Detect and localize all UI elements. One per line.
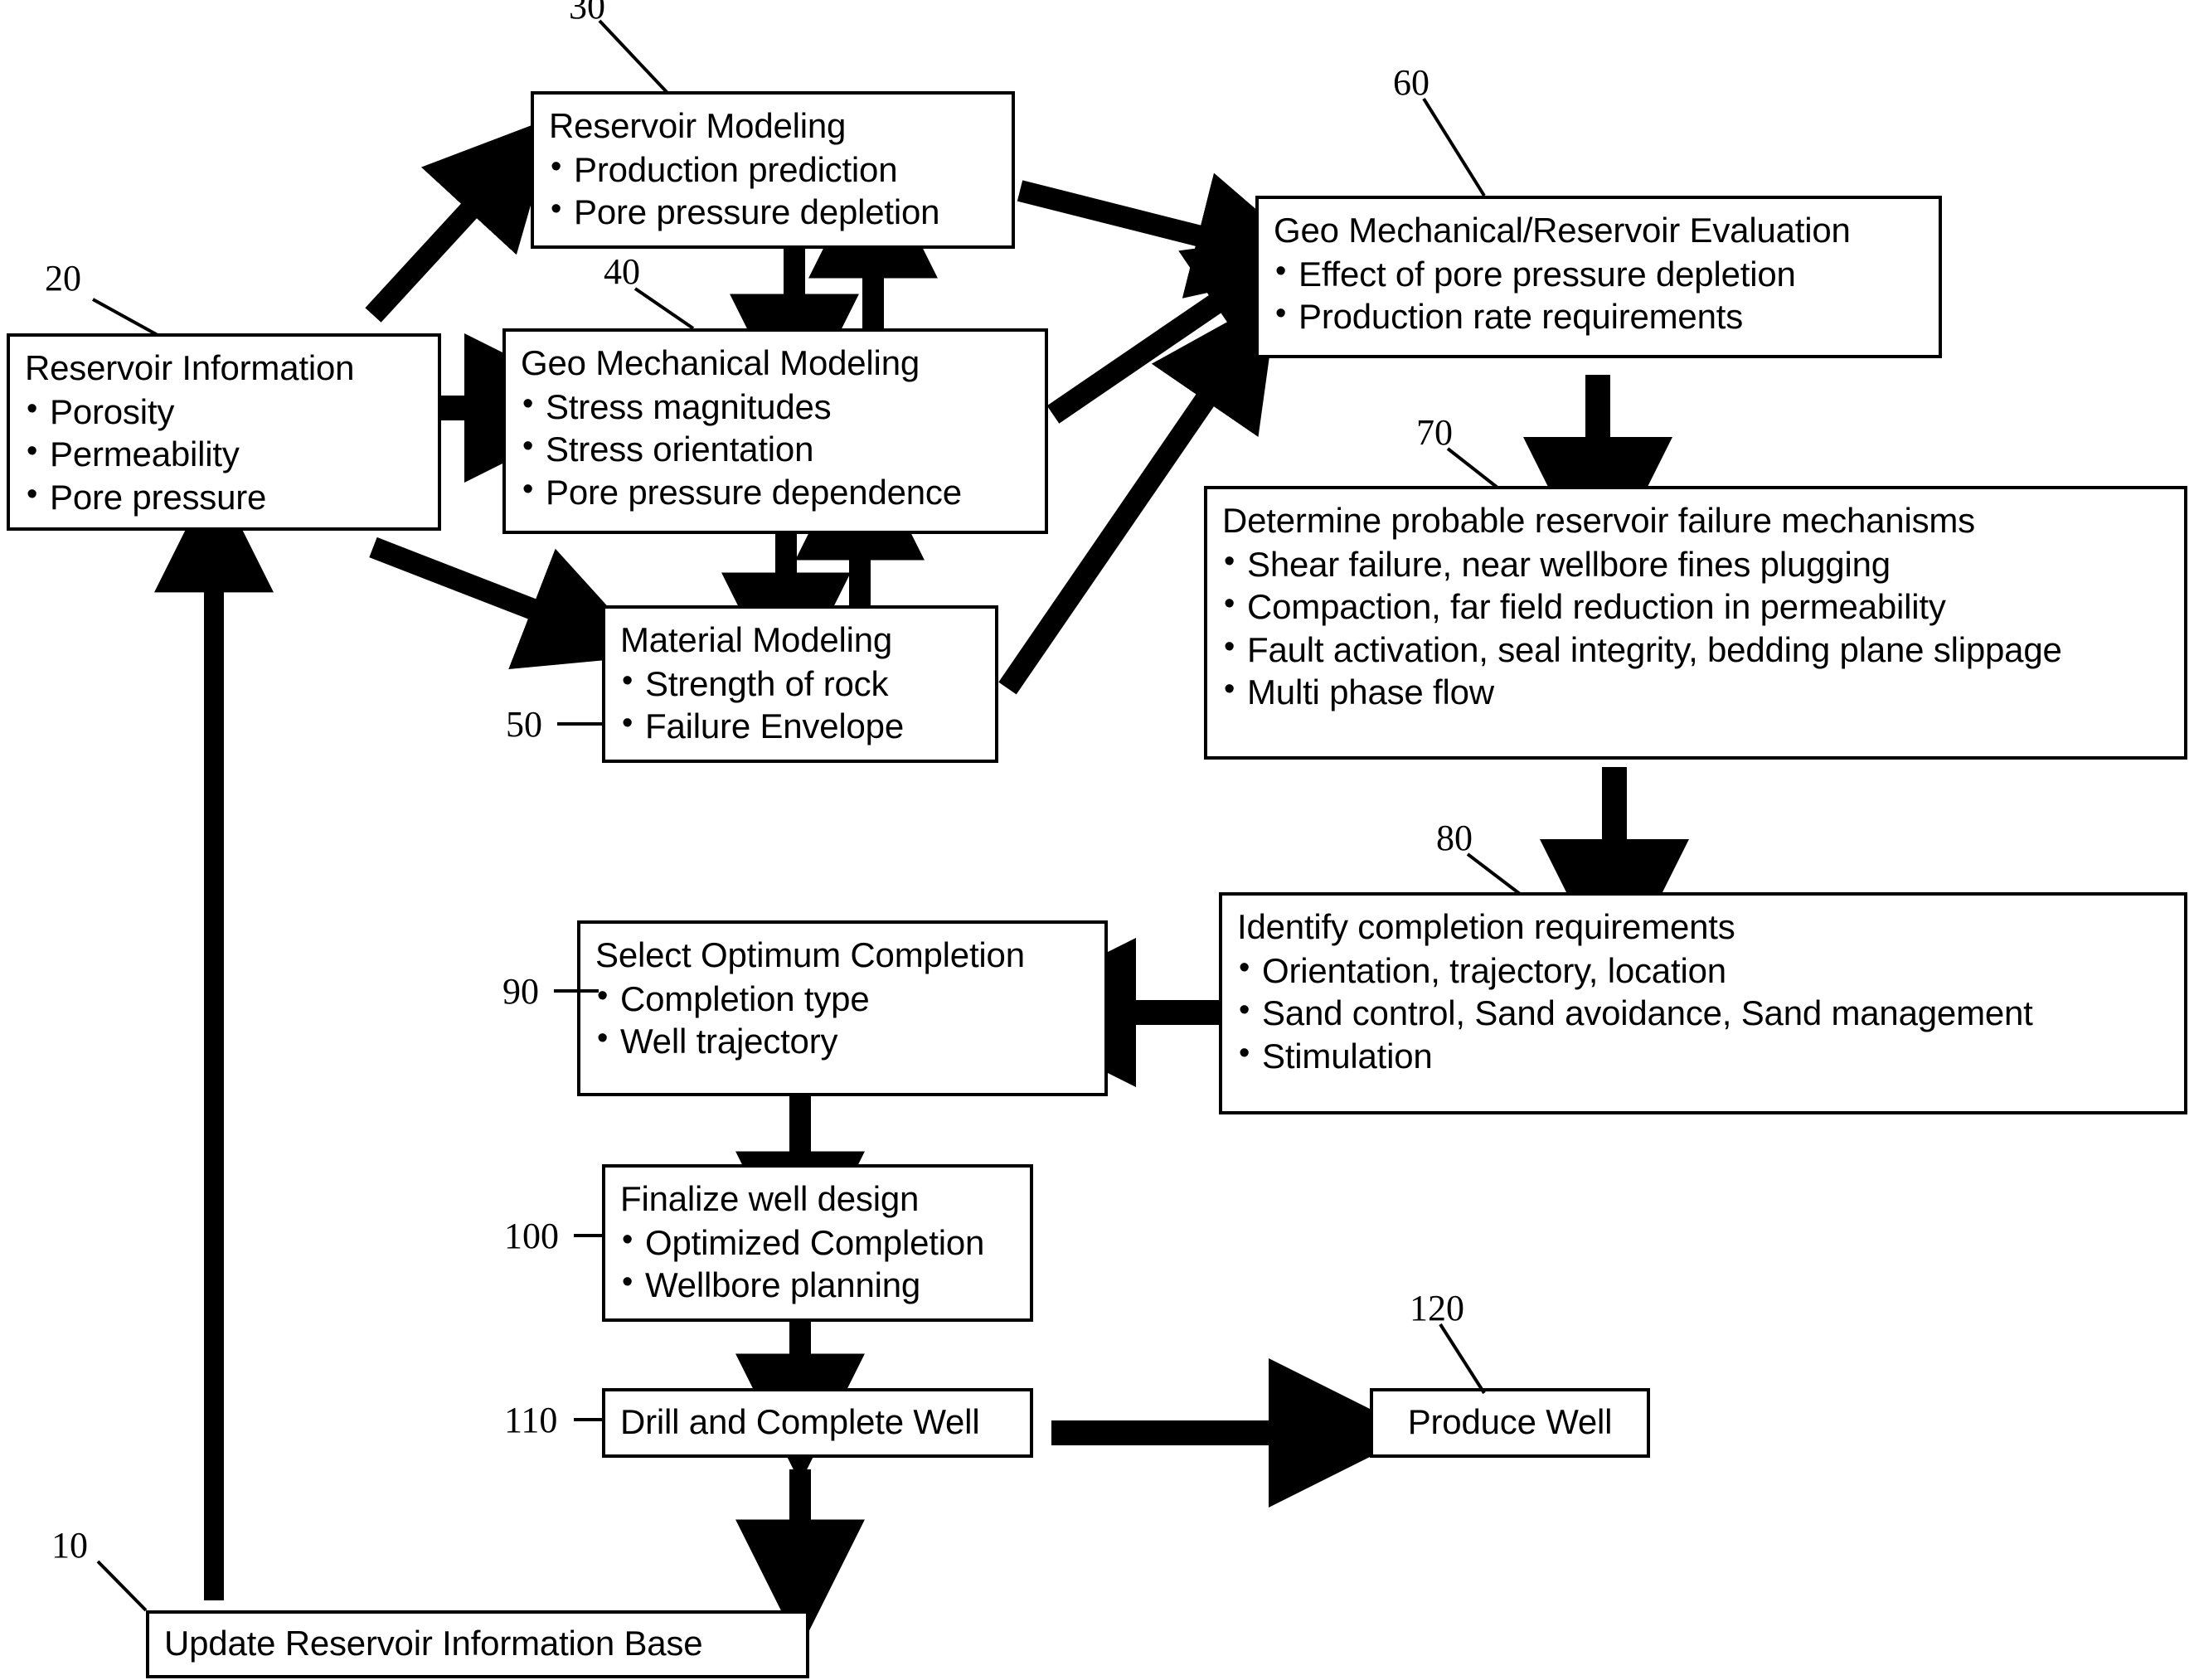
list-item: Production rate requirements [1274,294,1924,337]
node-geo-mechanical-modeling[interactable]: Geo Mechanical Modeling Stress magnitude… [502,328,1048,534]
ref-numeral-80: 80 [1436,818,1473,858]
node-title: Material Modeling [620,620,893,659]
node-material-modeling[interactable]: Material Modeling Strength of rock Failu… [602,605,998,763]
list-item: Compaction, far field reduction in perme… [1222,585,2169,628]
leader-60 [1422,97,1486,197]
node-title: Select Optimum Completion [595,935,1025,974]
node-bullet-list: Effect of pore pressure depletion Produc… [1274,252,1924,337]
node-title: Reservoir Modeling [549,106,847,145]
list-item: Sand control, Sand avoidance, Sand manag… [1237,991,2169,1034]
node-geo-mechanical-reservoir-evaluation[interactable]: Geo Mechanical/Reservoir Evaluation Effe… [1255,196,1942,358]
list-item: Stimulation [1237,1034,2169,1077]
node-reservoir-information[interactable]: Reservoir Information Porosity Permeabil… [7,333,441,531]
node-bullet-list: Production prediction Pore pressure depl… [549,148,997,233]
arrow-20-to-50 [369,537,653,670]
node-bullet-list: Orientation, trajectory, location Sand c… [1237,949,2169,1077]
list-item: Well trajectory [595,1019,1090,1062]
node-update-reservoir-information-base[interactable]: Update Reservoir Information Base [146,1610,809,1678]
list-item: Multi phase flow [1222,670,2169,713]
list-item: Production prediction [549,148,997,191]
node-bullet-list: Strength of rock Failure Envelope [620,662,980,747]
list-item: Pore pressure [25,475,423,518]
ref-numeral-90: 90 [502,971,539,1012]
ref-numeral-60: 60 [1393,62,1429,103]
arrow-40-to-60 [1046,231,1322,424]
node-title: Update Reservoir Information Base [164,1624,703,1663]
node-finalize-well-design[interactable]: Finalize well design Optimized Completio… [602,1164,1033,1322]
node-bullet-list: Optimized Completion Wellbore planning [620,1221,1015,1306]
ref-numeral-40: 40 [604,251,640,292]
list-item: Stress orientation [521,427,1030,470]
node-title: Determine probable reservoir failure mec… [1222,501,1975,540]
leader-80 [1466,852,1522,896]
node-title: Finalize well design [620,1179,920,1218]
node-bullet-list: Porosity Permeability Pore pressure [25,390,423,518]
node-title: Produce Well [1407,1402,1613,1442]
list-item: Failure Envelope [620,704,980,747]
node-bullet-list: Stress magnitudes Stress orientation Por… [521,385,1030,513]
node-select-optimum-completion[interactable]: Select Optimum Completion Completion typ… [577,920,1108,1096]
list-item: Wellbore planning [620,1263,1015,1306]
node-title: Geo Mechanical Modeling [521,343,920,382]
ref-numeral-70: 70 [1416,412,1453,453]
arrow-20-to-30 [365,115,557,323]
leader-120 [1439,1323,1486,1395]
list-item: Strength of rock [620,662,980,705]
figure-canvas: 20 30 40 50 60 70 80 90 100 110 120 10 R… [0,0,2194,1680]
list-item: Pore pressure depletion [549,190,997,233]
ref-numeral-30: 30 [569,0,605,27]
node-bullet-list: Completion type Well trajectory [595,977,1090,1062]
ref-numeral-120: 120 [1410,1288,1464,1328]
leader-40 [633,287,695,330]
node-drill-and-complete-well[interactable]: Drill and Complete Well [602,1388,1033,1458]
ref-numeral-20: 20 [45,258,81,299]
ref-numeral-110: 110 [504,1400,558,1440]
list-item: Effect of pore pressure depletion [1274,252,1924,295]
list-item: Completion type [595,977,1090,1020]
arrow-30-to-60 [1017,172,1324,299]
node-determine-failure-mechanisms[interactable]: Determine probable reservoir failure mec… [1204,486,2187,760]
list-item: Optimized Completion [620,1221,1015,1264]
node-reservoir-modeling[interactable]: Reservoir Modeling Production prediction… [531,91,1015,249]
list-item: Pore pressure dependence [521,470,1030,513]
node-identify-completion-requirements[interactable]: Identify completion requirements Orienta… [1219,892,2187,1114]
leader-10 [96,1560,148,1612]
node-bullet-list: Shear failure, near wellbore fines plugg… [1222,542,2169,713]
list-item: Stress magnitudes [521,385,1030,428]
node-title: Reservoir Information [25,348,355,387]
list-item: Shear failure, near wellbore fines plugg… [1222,542,2169,585]
list-item: Orientation, trajectory, location [1237,949,2169,992]
node-title: Geo Mechanical/Reservoir Evaluation [1274,211,1851,250]
node-title: Identify completion requirements [1237,907,1735,946]
node-title: Drill and Complete Well [620,1402,980,1442]
ref-numeral-100: 100 [504,1216,559,1256]
leader-30 [598,19,669,95]
leader-70 [1446,447,1499,489]
list-item: Porosity [25,390,423,433]
ref-numeral-50: 50 [506,704,542,745]
list-item: Fault activation, seal integrity, beddin… [1222,628,2169,671]
list-item: Permeability [25,432,423,475]
leader-20 [92,298,158,337]
node-produce-well[interactable]: Produce Well [1370,1388,1650,1458]
ref-numeral-10: 10 [51,1525,88,1566]
